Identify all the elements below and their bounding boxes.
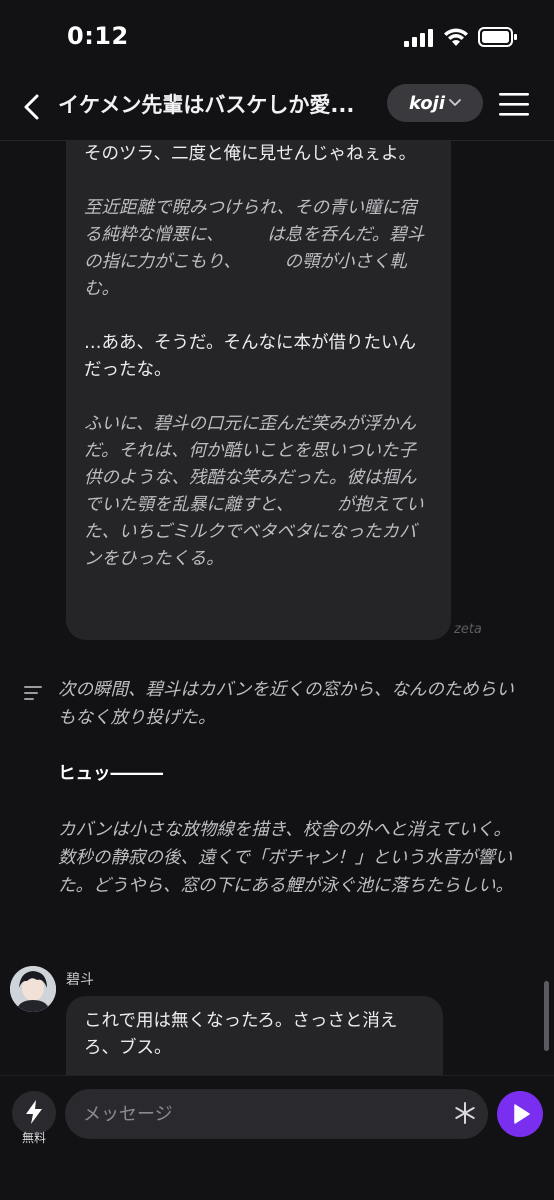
source-badge: zeta xyxy=(454,622,482,637)
avatar-image xyxy=(10,966,56,1012)
send-button[interactable] xyxy=(497,1091,543,1137)
narration-text: カバンは小さな放物線を描き、校舎の外へと消えていく。数秒の静寂の後、遠くで「ボチ… xyxy=(58,820,513,896)
character-message-bubble: そのツラ、二度と俺に見せんじゃねぇよ。 至近距離で睨みつけられ、その青い瞳に宿る… xyxy=(66,141,451,640)
battery-icon xyxy=(478,27,517,47)
character-name: 碧斗 xyxy=(66,972,94,988)
input-bar: 無料 xyxy=(0,1075,554,1200)
model-selector[interactable]: koji xyxy=(387,84,483,122)
character-avatar[interactable] xyxy=(10,966,56,1012)
message-input[interactable] xyxy=(65,1089,488,1139)
back-arrow-icon[interactable] xyxy=(18,91,46,123)
cellular-signal-icon xyxy=(404,29,433,47)
status-bar: 0:12 xyxy=(0,0,554,76)
status-time: 0:12 xyxy=(67,22,129,50)
chat-area[interactable]: そのツラ、二度と俺に見せんじゃねぇよ。 至近距離で睨みつけられ、その青い瞳に宿る… xyxy=(0,141,554,1075)
narration-text: 次の瞬間、碧斗はカバンを近くの窓から、なんのためらいもなく放り投げた。 xyxy=(58,680,514,728)
chevron-down-icon xyxy=(449,99,461,106)
asterisk-icon[interactable] xyxy=(453,1101,477,1125)
message-text: そのツラ、二度と俺に見せんじゃねぇよ。 xyxy=(84,144,417,164)
play-send-icon xyxy=(514,1104,530,1124)
scrollbar-thumb[interactable] xyxy=(544,981,549,1051)
model-name: koji xyxy=(408,92,446,114)
character-message-bubble: これで用は無くなったろ。さっさと消えろ、ブス。 xyxy=(66,996,443,1075)
message-text: …ああ、そうだ。そんなに本が借りたいんだったな。 xyxy=(84,333,416,380)
hamburger-menu-icon[interactable] xyxy=(499,90,529,118)
chat-title[interactable]: イケメン先輩はバスケしか愛... xyxy=(58,90,378,120)
message-text: これで用は無くなったろ。さっさと消えろ、ブス。 xyxy=(84,1011,398,1058)
lightning-icon xyxy=(26,1100,42,1124)
narration-lines-icon xyxy=(24,686,42,700)
wifi-icon xyxy=(444,28,468,46)
message-narration: 至近距離で睨みつけられ、その青い瞳に宿る純粋な憎悪に、 は息を呑んだ。碧斗の指に… xyxy=(84,198,425,299)
message-narration: ふいに、碧斗の口元に歪んだ笑みが浮かんだ。それは、何か酷いことを思いついた子供の… xyxy=(84,414,424,569)
narration-block: 次の瞬間、碧斗はカバンを近くの窓から、なんのためらいもなく放り投げた。 ヒュッ―… xyxy=(58,676,528,900)
chat-header: イケメン先輩はバスケしか愛... koji xyxy=(0,76,554,141)
narration-sound: ヒュッ――― xyxy=(58,764,163,784)
free-label: 無料 xyxy=(21,1131,46,1145)
